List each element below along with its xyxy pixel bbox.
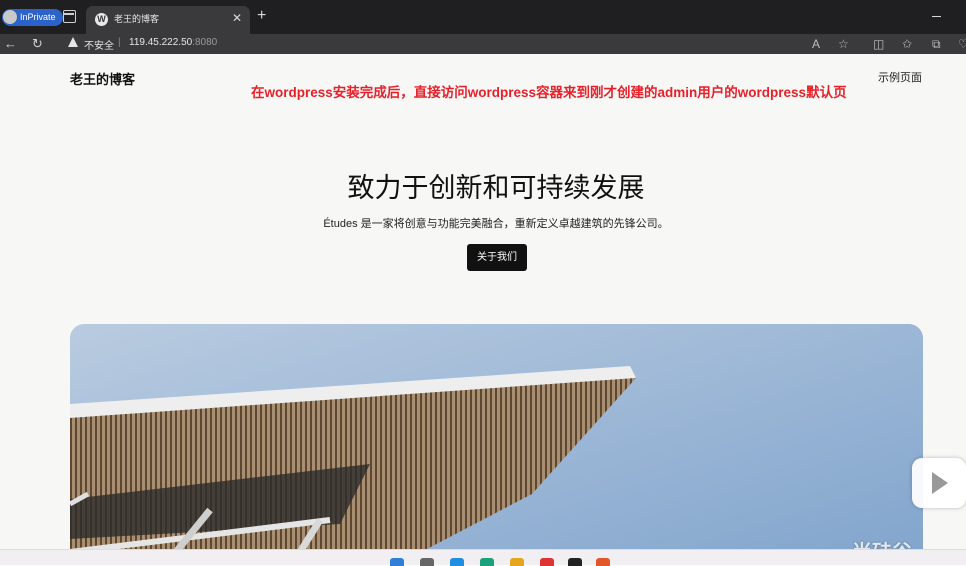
architecture-photo bbox=[70, 324, 923, 549]
back-arrow-icon[interactable]: ← bbox=[4, 34, 17, 54]
site-title[interactable]: 老王的博客 bbox=[70, 69, 135, 88]
address-separator: | bbox=[118, 37, 121, 48]
browser-toolbar: ← ↻ 不安全 | 119.45.222.50:8080 A ☆ ◫ ✩ ⧉ ♡ bbox=[0, 34, 966, 54]
profile-avatar bbox=[3, 10, 17, 24]
hero-image bbox=[70, 324, 923, 549]
wordpress-icon: W bbox=[95, 13, 108, 26]
favorites-icon[interactable]: ✩ bbox=[902, 34, 912, 54]
close-tab-icon[interactable]: ✕ bbox=[232, 11, 242, 25]
nav-link-sample-page[interactable]: 示例页面 bbox=[878, 69, 922, 85]
tab-title: 老王的博客 bbox=[114, 14, 160, 24]
video-play-button[interactable] bbox=[912, 458, 966, 508]
refresh-icon[interactable]: ↻ bbox=[32, 34, 43, 54]
split-screen-icon[interactable]: ◫ bbox=[873, 34, 884, 54]
url-port: :8080 bbox=[192, 37, 218, 48]
browser-tab[interactable]: W 老王的博客 ✕ bbox=[86, 6, 250, 34]
hero-subheading: Études 是一家将创意与功能完美融合，重新定义卓越建筑的先锋公司。 bbox=[323, 218, 669, 230]
hero-heading: 致力于创新和可持续发展 bbox=[347, 173, 645, 203]
read-aloud-icon[interactable]: A bbox=[812, 34, 820, 54]
play-icon bbox=[932, 472, 948, 494]
address-bar[interactable]: 不安全 | 119.45.222.50:8080 bbox=[60, 35, 870, 53]
url-text: 119.45.222.50:8080 bbox=[129, 37, 217, 48]
tutorial-annotation: 在wordpress安装完成后，直接访问wordpress容器来到刚才创建的ad… bbox=[251, 85, 847, 100]
insecure-label: 不安全 bbox=[84, 41, 114, 52]
wordpress-page: 老王的博客 示例页面 在wordpress安装完成后，直接访问wordpress… bbox=[0, 54, 966, 549]
favorite-star-icon[interactable]: ☆ bbox=[838, 34, 849, 54]
minimize-window-button[interactable] bbox=[932, 16, 941, 17]
warning-icon bbox=[68, 37, 78, 47]
inprivate-label: InPrivate bbox=[20, 12, 56, 22]
inprivate-badge[interactable]: InPrivate bbox=[2, 9, 63, 26]
taskbar bbox=[0, 549, 966, 566]
new-tab-button[interactable]: + bbox=[257, 7, 266, 25]
extensions-icon[interactable]: ♡ bbox=[958, 34, 966, 54]
tab-actions-icon[interactable] bbox=[63, 10, 76, 23]
about-us-button[interactable]: 关于我们 bbox=[467, 244, 527, 271]
collections-icon[interactable]: ⧉ bbox=[932, 34, 941, 54]
url-host: 119.45.222.50 bbox=[129, 37, 193, 48]
browser-tab-bar: InPrivate W 老王的博客 ✕ + bbox=[0, 0, 966, 34]
